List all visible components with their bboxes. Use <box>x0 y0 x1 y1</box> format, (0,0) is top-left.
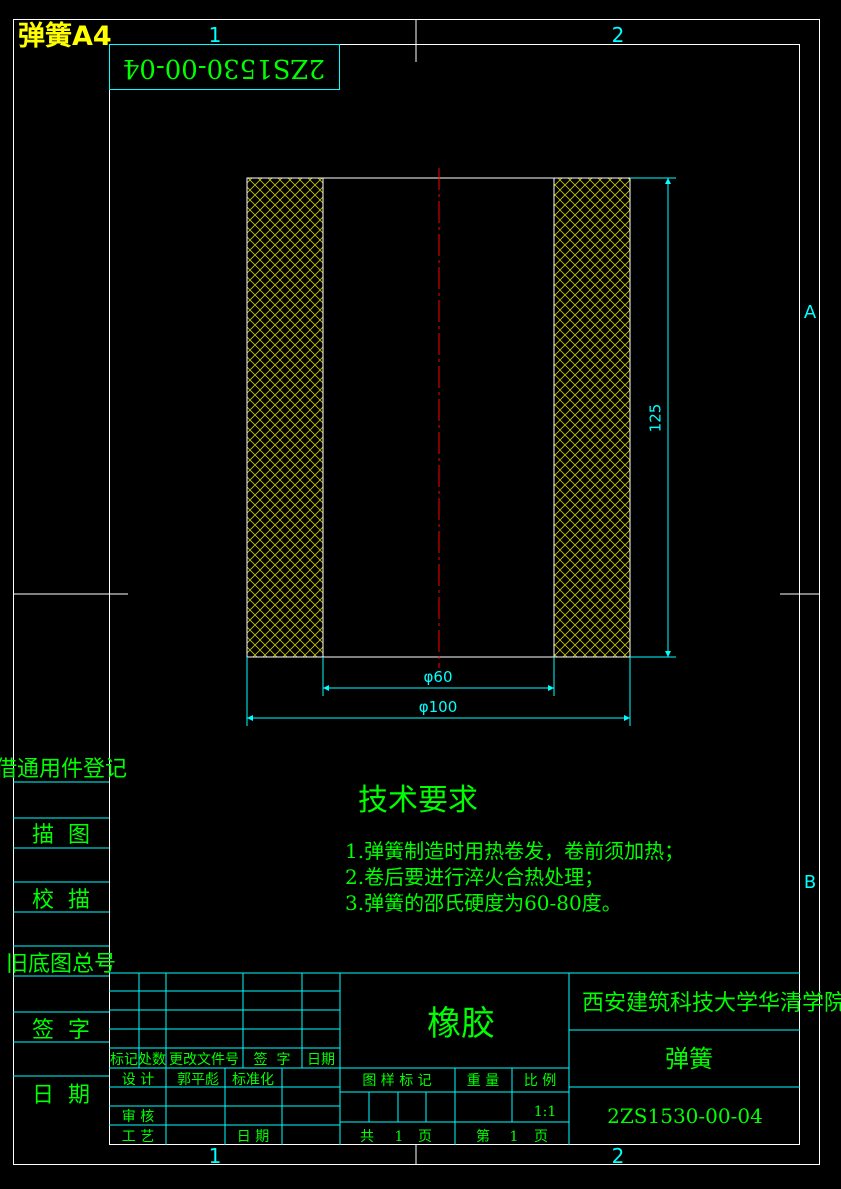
side-check-trace: 校 描 <box>32 888 90 913</box>
header-mark: 标记 <box>110 1052 138 1068</box>
material-name: 橡胶 <box>427 1004 495 1044</box>
label-weight: 重 量 <box>467 1073 499 1089</box>
zone-label-a: A <box>804 302 817 323</box>
sheet-value: 1 <box>510 1129 519 1145</box>
header-sign: 签 字 <box>254 1051 291 1068</box>
dim-text-outer: φ100 <box>419 698 458 716</box>
dim-text-inner: φ60 <box>424 668 453 686</box>
zone-label-top-1: 1 <box>209 23 222 47</box>
label-sheet-unit: 页 <box>534 1129 548 1145</box>
side-sign: 签 字 <box>32 1018 90 1043</box>
label-pattern-mark: 图 样 标 记 <box>362 1073 431 1089</box>
label-total: 共 <box>360 1129 374 1145</box>
part-name: 弹簧 <box>665 1045 713 1073</box>
code-rotated: 2ZS1530-00-04 <box>123 53 325 83</box>
drawing-sheet: 1 2 1 2 A B 弹簧A4 2ZS1530-00-04 125 φ60 φ… <box>0 19 841 1168</box>
side-date: 日 期 <box>32 1083 90 1108</box>
label-scale: 比 例 <box>524 1073 556 1089</box>
header-date: 日期 <box>307 1052 335 1068</box>
zone-label-bottom-1: 1 <box>209 1144 222 1168</box>
side-old-number: 旧底图总号 <box>6 952 116 977</box>
label-page-unit: 页 <box>418 1129 432 1145</box>
inner-frame <box>109 44 800 1145</box>
designer-name: 郭平彪 <box>177 1071 219 1088</box>
zone-label-top-2: 2 <box>612 23 625 47</box>
school-name: 西安建筑科技大学华清学院 <box>582 991 841 1016</box>
requirement-item-1: 1.弹簧制造时用热卷发，卷前须加热； <box>345 839 684 863</box>
total-value: 1 <box>395 1129 404 1145</box>
zone-label-b: B <box>804 872 816 893</box>
label-date2: 日 期 <box>237 1129 269 1145</box>
header-doc: 更改文件号 <box>169 1052 239 1068</box>
requirement-item-3: 3.弹簧的邵氏硬度为60-80度。 <box>345 891 622 915</box>
requirement-item-2: 2.卷后要进行淬火合热处理； <box>345 865 604 889</box>
dim-text-height: 125 <box>647 404 665 433</box>
side-draw: 描 图 <box>32 823 90 848</box>
scale-value: 1:1 <box>534 1104 557 1120</box>
drawing-number: 2ZS1530-00-04 <box>607 1104 763 1128</box>
label-process: 工 艺 <box>122 1129 154 1145</box>
requirements-title: 技术要求 <box>358 783 478 818</box>
side-register: 借通用件登记 <box>0 757 127 782</box>
hatch-right <box>554 178 630 657</box>
label-standard: 标准化 <box>232 1072 274 1088</box>
hatch-left <box>247 178 323 657</box>
header-count: 处数 <box>138 1052 166 1068</box>
sheet-label: 弹簧A4 <box>18 20 112 52</box>
label-review: 审 核 <box>122 1109 154 1125</box>
zone-label-bottom-2: 2 <box>612 1144 625 1168</box>
label-sheet: 第 <box>476 1128 490 1145</box>
label-design: 设 计 <box>122 1072 154 1088</box>
